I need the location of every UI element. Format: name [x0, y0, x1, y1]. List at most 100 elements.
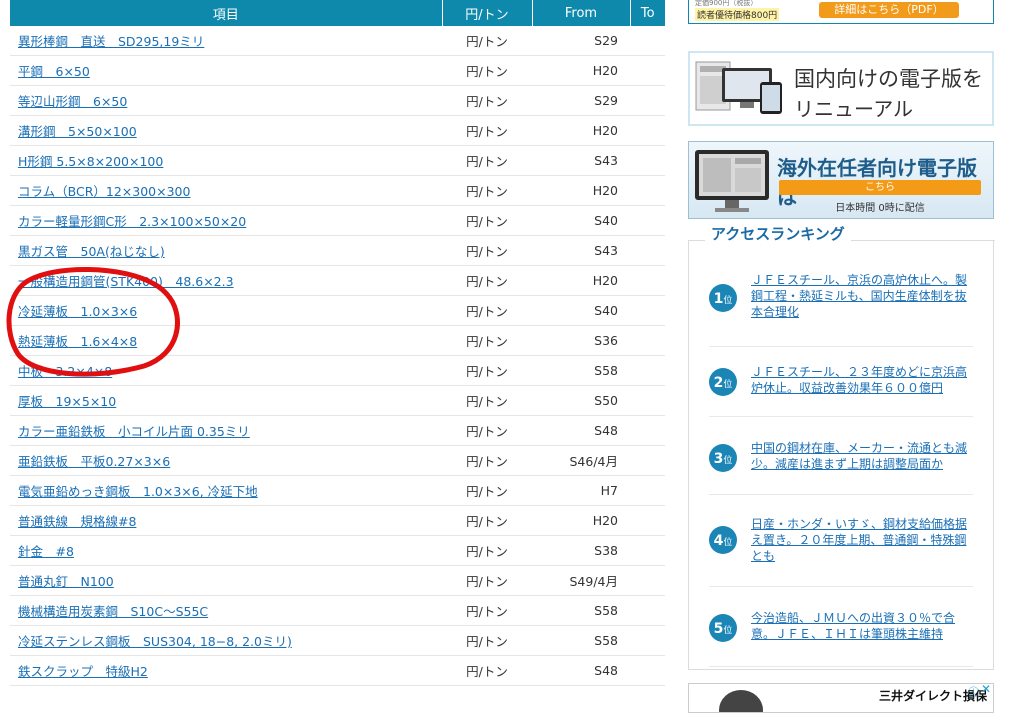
from-cell: S36 [532, 325, 630, 356]
rank-badge: 5位 [709, 614, 737, 642]
unit-cell: 円/トン [442, 325, 532, 356]
table-row: 冷延薄板 1.0×3×6 円/トン S40 [10, 295, 665, 326]
domestic-edition-banner[interactable]: 国内向けの電子版を リニューアル [688, 51, 994, 126]
unit-cell: 円/トン [442, 415, 532, 446]
rank-badge: 1位 [709, 284, 737, 312]
ranking-link[interactable]: 中国の鋼材在庫、メーカー・流通とも減少。減産は進まず上期は調整局面か [751, 440, 971, 472]
rank-badge: 3位 [709, 444, 737, 472]
table-row: 中板 3.2×4×8 円/トン S58 [10, 355, 665, 386]
item-link[interactable]: H形鋼 5.5×8×200×100 [18, 154, 163, 169]
ranking-item[interactable]: 5位 今治造船、ＪＭＵへの出資３０％で合意。ＪＦＥ、ＩＨＩは筆頭株主維持 [709, 586, 973, 667]
from-cell: S29 [532, 85, 630, 116]
item-link[interactable]: 針金 #8 [18, 544, 74, 559]
table-row: 普通鉄線 規格線#8 円/トン H20 [10, 505, 665, 536]
item-link[interactable]: 普通丸釘 N100 [18, 574, 114, 589]
item-link[interactable]: 一般構造用鋼管(STK400) 48.6×2.3 [18, 274, 234, 289]
item-link[interactable]: 機械構造用炭素鋼 S10C～S55C [18, 604, 208, 619]
item-link[interactable]: 亜鉛鉄板 平板0.27×3×6 [18, 454, 170, 469]
from-cell: H7 [532, 475, 630, 506]
ad-info-icon[interactable]: ⓘ [968, 684, 979, 700]
from-cell: S43 [532, 235, 630, 266]
from-cell: S40 [532, 205, 630, 236]
devices-image-icon [695, 61, 782, 114]
item-link[interactable]: 冷延ステンレス鋼板 SUS304, 18−8, 2.0ミリ) [18, 634, 292, 649]
unit-cell: 円/トン [442, 625, 532, 656]
item-link[interactable]: カラー軽量形鋼C形 2.3×100×50×20 [18, 214, 246, 229]
table-row: 等辺山形鋼 6×50 円/トン S29 [10, 85, 665, 116]
to-cell [630, 265, 665, 296]
ranking-item[interactable]: 2位 ＪＦＥスチール、２３年度めどに京浜高炉休止。収益改善効果年６００億円 [709, 346, 973, 417]
unit-cell: 円/トン [442, 385, 532, 416]
ad-close-icon[interactable]: ✕ [981, 684, 991, 696]
ranking-item[interactable]: 4位 日産・ホンダ・いすゞ、鋼材支給価格据え置き。２０年度上期、普通鋼・特殊鋼と… [709, 494, 973, 587]
item-link[interactable]: 普通鉄線 規格線#8 [18, 514, 136, 529]
table-row: カラー亜鉛鉄板 小コイル片面 0.35ミリ 円/トン S48 [10, 415, 665, 446]
ranking-item[interactable]: 3位 中国の鋼材在庫、メーカー・流通とも減少。減産は進まず上期は調整局面か [709, 416, 973, 495]
overseas-edition-button[interactable]: こちら [779, 180, 981, 195]
item-link[interactable]: 平鋼 6×50 [18, 64, 90, 79]
member-price-text: 読者優待価格800円 [695, 8, 780, 21]
item-link[interactable]: 溝形鋼 5×50×100 [18, 124, 137, 139]
item-link[interactable]: 熱延薄板 1.6×4×8 [18, 334, 137, 349]
unit-cell: 円/トン [442, 655, 532, 686]
item-link[interactable]: カラー亜鉛鉄板 小コイル片面 0.35ミリ [18, 424, 250, 439]
access-ranking-box: アクセスランキング 1位 ＪＦＥスチール、京浜の高炉休止へ。製鋼工程・熱延ミルも… [688, 223, 995, 670]
ranking-link[interactable]: ＪＦＥスチール、２３年度めどに京浜高炉休止。収益改善効果年６００億円 [751, 364, 971, 396]
item-link[interactable]: 冷延薄板 1.0×3×6 [18, 304, 137, 319]
unit-cell: 円/トン [442, 265, 532, 296]
table-row: カラー軽量形鋼C形 2.3×100×50×20 円/トン S40 [10, 205, 665, 236]
overseas-edition-banner[interactable]: 海外在任者向け電子版は こちら 日本時間 0時に配信 [688, 141, 994, 219]
advertisement-banner[interactable]: 三井ダイレクト損保 ⓘ ✕ [688, 683, 994, 713]
to-cell [630, 145, 665, 176]
table-row: 一般構造用鋼管(STK400) 48.6×2.3 円/トン H20 [10, 265, 665, 296]
table-row: H形鋼 5.5×8×200×100 円/トン S43 [10, 145, 665, 176]
to-cell [630, 115, 665, 146]
banner-line-1: 国内向けの電子版を [794, 67, 983, 91]
item-link[interactable]: 厚板 19×5×10 [18, 394, 116, 409]
item-link[interactable]: 等辺山形鋼 6×50 [18, 94, 127, 109]
from-cell: H20 [532, 175, 630, 206]
ranking-item[interactable]: 1位 ＪＦＥスチール、京浜の高炉休止へ。製鋼工程・熱延ミルも、国内生産体制を抜本… [709, 262, 973, 347]
from-cell: S49/4月 [532, 565, 630, 596]
rank-number: 2 [713, 375, 724, 391]
column-header-from: From [532, 0, 631, 26]
table-row: 厚板 19×5×10 円/トン S50 [10, 385, 665, 416]
unit-cell: 円/トン [442, 295, 532, 326]
pdf-details-button[interactable]: 詳細はこちら（PDF） [819, 2, 959, 18]
to-cell [630, 55, 665, 86]
table-row: コラム（BCR）12×300×300 円/トン H20 [10, 175, 665, 206]
to-cell [630, 655, 665, 686]
unit-cell: 円/トン [442, 355, 532, 386]
to-cell [630, 325, 665, 356]
to-cell [630, 415, 665, 446]
ranking-link[interactable]: 日産・ホンダ・いすゞ、鋼材支給価格据え置き。２０年度上期、普通鋼・特殊鋼とも [751, 516, 971, 564]
magazine-banner[interactable]: 定価900円（税抜） 読者優待価格800円 詳細はこちら（PDF） [688, 0, 994, 24]
rank-number: 5 [713, 621, 724, 637]
item-link[interactable]: 鉄スクラップ 特級H2 [18, 664, 148, 679]
from-cell: S48 [532, 655, 630, 686]
ranking-link[interactable]: 今治造船、ＪＭＵへの出資３０％で合意。ＪＦＥ、ＩＨＩは筆頭株主維持 [751, 610, 971, 642]
unit-cell: 円/トン [442, 115, 532, 146]
item-link[interactable]: コラム（BCR）12×300×300 [18, 184, 190, 199]
item-link[interactable]: 電気亜鉛めっき鋼板 1.0×3×6, 冷延下地 [18, 484, 258, 499]
table-row: 鉄スクラップ 特級H2 円/トン S48 [10, 655, 665, 686]
list-price-text: 定価900円（税抜） [695, 0, 758, 7]
table-row: 亜鉛鉄板 平板0.27×3×6 円/トン S46/4月 [10, 445, 665, 476]
to-cell [630, 175, 665, 206]
table-row: 熱延薄板 1.6×4×8 円/トン S36 [10, 325, 665, 356]
item-link[interactable]: 中板 3.2×4×8 [18, 364, 112, 379]
table-header-row: 項目 円/トン From To [10, 0, 665, 26]
item-link[interactable]: 黒ガス管 50A(ねじなし) [18, 244, 165, 259]
to-cell [630, 475, 665, 506]
item-link[interactable]: 異形棒鋼 直送 SD295,19ミリ [18, 34, 204, 49]
ranking-link[interactable]: ＪＦＥスチール、京浜の高炉休止へ。製鋼工程・熱延ミルも、国内生産体制を抜本合理化 [751, 272, 971, 320]
to-cell [630, 445, 665, 476]
table-row: 普通丸釘 N100 円/トン S49/4月 [10, 565, 665, 596]
table-row: 平鋼 6×50 円/トン H20 [10, 55, 665, 86]
rank-number: 1 [713, 291, 724, 307]
unit-cell: 円/トン [442, 205, 532, 236]
from-cell: S38 [532, 535, 630, 566]
table-row: 黒ガス管 50A(ねじなし) 円/トン S43 [10, 235, 665, 266]
unit-cell: 円/トン [442, 175, 532, 206]
unit-cell: 円/トン [442, 595, 532, 626]
